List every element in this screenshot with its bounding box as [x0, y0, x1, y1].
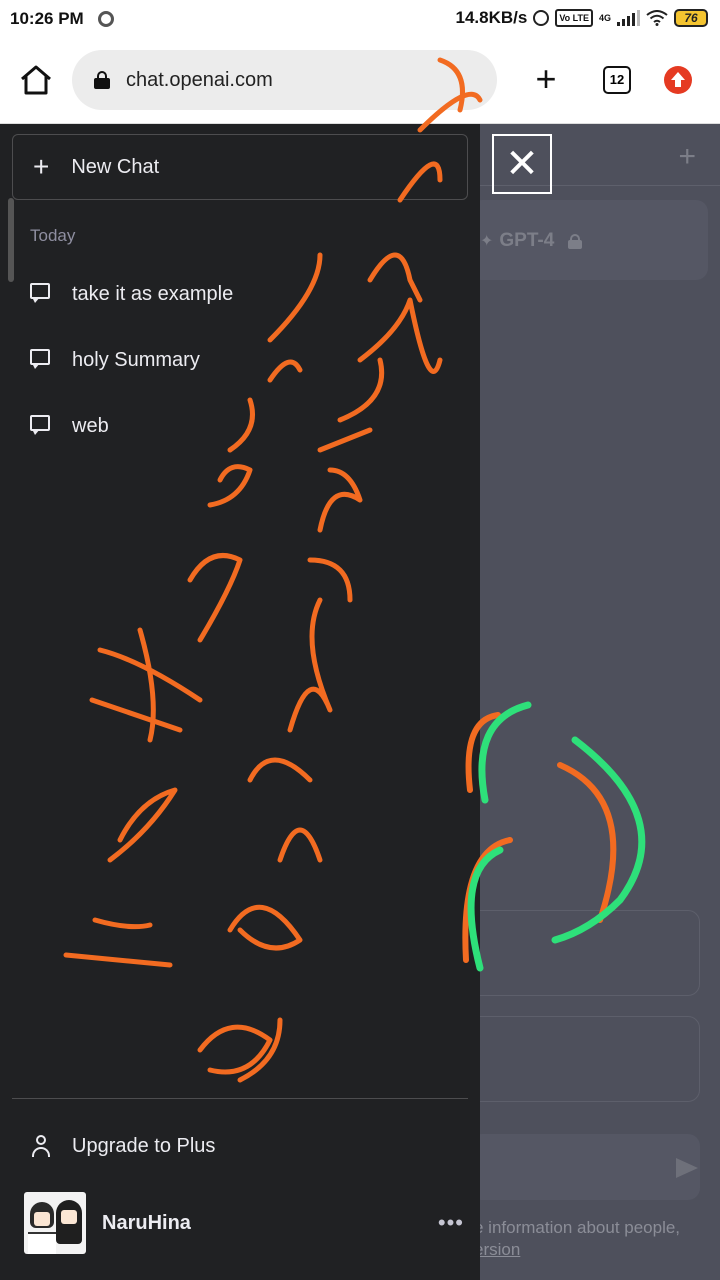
user-icon [30, 1135, 52, 1157]
chat-title: take it as example [72, 282, 234, 305]
upgrade-label: Upgrade to Plus [72, 1134, 216, 1157]
plus-icon: + [33, 151, 50, 182]
lock-icon [94, 71, 110, 89]
signal-icon [617, 10, 640, 26]
chat-history-item[interactable]: web [30, 404, 450, 448]
model-label[interactable]: ✦ GPT-4 [480, 230, 583, 252]
arrow-up-circle-icon[interactable] [664, 66, 692, 94]
close-drawer-button[interactable]: ✕ [492, 134, 552, 194]
new-tab-button[interactable]: + [528, 61, 564, 98]
battery-icon: 76 [674, 9, 708, 27]
suggestion-card[interactable] [480, 1016, 700, 1102]
main-chat-area: + ✦ GPT-4 e information about people, er… [480, 124, 720, 1280]
lock-icon [568, 233, 583, 249]
divider [12, 1098, 468, 1099]
version-link[interactable]: ersion [480, 1240, 520, 1260]
chat-bubble-icon [30, 349, 52, 371]
chat-bubble-icon [30, 283, 52, 305]
notification-icon [98, 11, 114, 27]
new-chat-button[interactable]: + New Chat [12, 134, 468, 200]
chat-title: holy Summary [72, 348, 200, 371]
chat-history-item[interactable]: holy Summary [30, 338, 450, 382]
wifi-icon [646, 10, 668, 26]
sidebar-drawer: + New Chat Today take it as example holy… [0, 124, 480, 1280]
volte-icon: Vo LTE [555, 9, 593, 27]
home-icon[interactable] [18, 62, 54, 98]
tab-switcher-button[interactable]: 12 [603, 66, 631, 94]
upgrade-to-plus-button[interactable]: Upgrade to Plus [30, 1124, 215, 1168]
status-time: 10:26 PM [10, 9, 84, 28]
chat-history-item[interactable]: take it as example [30, 272, 450, 316]
chat-bubble-icon [30, 415, 52, 437]
status-indicators: 14.8KB/s Vo LTE 4G 76 [455, 8, 708, 28]
username: NaruHina [102, 1211, 191, 1234]
new-chat-label: New Chat [71, 155, 160, 178]
model-name: GPT-4 [499, 230, 555, 251]
browser-toolbar: chat.openai.com + 12 [0, 38, 720, 124]
chat-title: web [72, 414, 109, 437]
disclaimer-text: e information about people, [480, 1218, 681, 1237]
network-speed: 14.8KB/s [455, 8, 528, 27]
message-input[interactable] [480, 1134, 700, 1200]
more-options-icon[interactable]: ••• [438, 1210, 464, 1236]
user-profile-row[interactable]: NaruHina ••• [24, 1192, 464, 1254]
alarm-icon [533, 10, 550, 26]
new-chat-plus-icon[interactable]: + [678, 142, 696, 172]
avatar [24, 1192, 86, 1254]
sparkle-icon: ✦ [480, 233, 494, 250]
network-type: 4G [598, 13, 611, 23]
section-label-today: Today [30, 226, 76, 245]
address-bar[interactable]: chat.openai.com [72, 50, 497, 110]
close-icon: ✕ [505, 142, 539, 186]
scrollbar[interactable] [8, 198, 14, 282]
send-icon[interactable] [676, 1158, 698, 1178]
url-text: chat.openai.com [126, 68, 273, 91]
status-bar: 10:26 PM 14.8KB/s Vo LTE 4G 76 [0, 0, 720, 38]
suggestion-card[interactable] [480, 910, 700, 996]
